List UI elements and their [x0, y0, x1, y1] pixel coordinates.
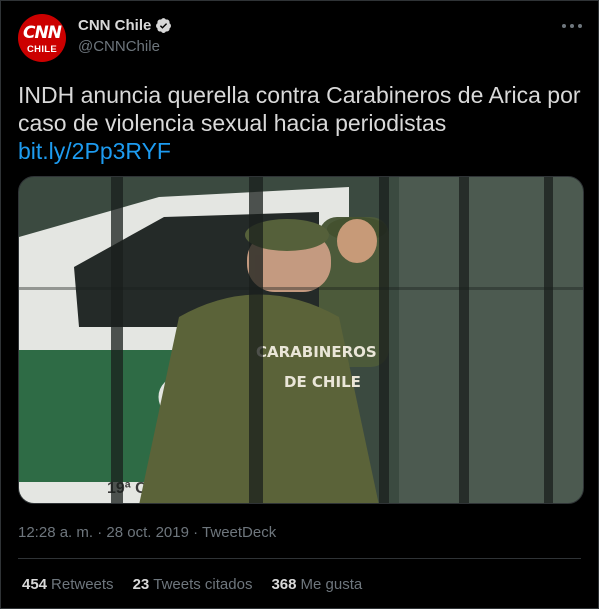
likes-stat[interactable]: 368 Me gusta	[271, 576, 362, 593]
quotes-stat[interactable]: 23 Tweets citados	[133, 576, 253, 593]
retweets-count: 454	[22, 576, 48, 593]
divider	[18, 558, 581, 559]
retweets-label: Retweets	[51, 576, 114, 593]
tweet-stats: 454 Retweets 23 Tweets citados 368 Me gusta	[22, 576, 362, 593]
verified-badge-icon	[156, 18, 172, 33]
more-options-icon[interactable]	[560, 19, 584, 33]
avatar[interactable]: CNN CHILE	[18, 14, 66, 62]
likes-label: Me gusta	[300, 576, 363, 593]
display-name-row[interactable]: CNN Chile	[78, 17, 172, 34]
meta-separator: ·	[193, 524, 203, 541]
quotes-count: 23	[132, 576, 150, 593]
display-name[interactable]: CNN Chile	[78, 17, 151, 34]
vest-text-line2: DE CHILE	[284, 373, 361, 391]
quotes-label: Tweets citados	[153, 576, 253, 593]
tweet-date[interactable]: 28 oct. 2019	[106, 524, 193, 541]
meta-separator: ·	[97, 524, 107, 541]
tweet-card: CNN CHILE CNN Chile @CNNChile INDH anunc…	[0, 0, 599, 609]
account-info: CNN Chile @CNNChile	[78, 17, 172, 55]
tweet-text-block: INDH anuncia querella contra Carabineros…	[18, 81, 588, 165]
tweet-link[interactable]: bit.ly/2Pp3RYF	[18, 137, 588, 165]
likes-count: 368	[271, 576, 297, 593]
avatar-sub-text: CHILE	[27, 44, 57, 55]
tweet-time[interactable]: 12:28 a. m.	[18, 524, 97, 541]
vest-text-line1: CARABINEROS	[256, 343, 377, 361]
account-handle[interactable]: @CNNChile	[78, 38, 172, 55]
tweet-source[interactable]: TweetDeck	[202, 524, 276, 541]
retweets-stat[interactable]: 454 Retweets	[22, 576, 114, 593]
avatar-logo-text: CNN	[23, 23, 62, 43]
tweet-media-photo[interactable]: 19ª COMISARÍA CARABINEROS DE CHILE	[18, 176, 584, 504]
tweet-meta: 12:28 a. m. · 28 oct. 2019 · TweetDeck	[18, 524, 276, 541]
tweet-body-text: INDH anuncia querella contra Carabineros…	[18, 82, 581, 136]
photo-illustration: 19ª COMISARÍA CARABINEROS DE CHILE	[19, 177, 583, 503]
